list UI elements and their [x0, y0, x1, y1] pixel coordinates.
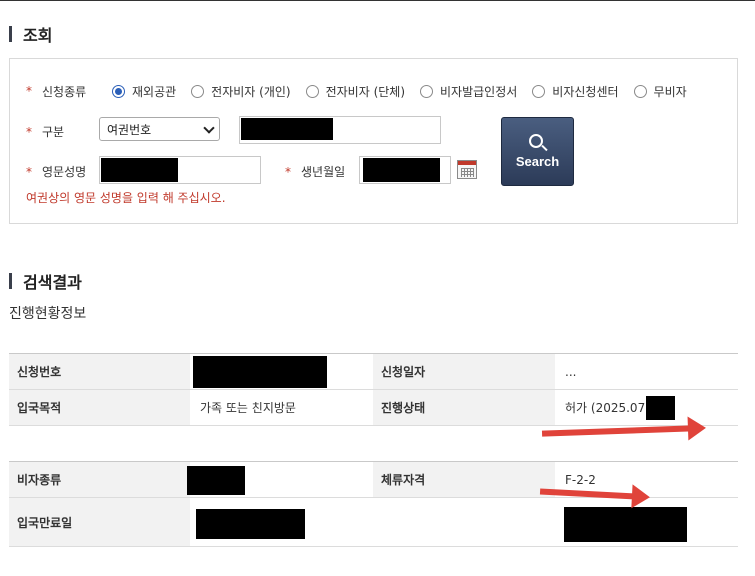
radio-option[interactable]: 무비자: [633, 83, 687, 100]
radio-option[interactable]: 비자발급인정서: [420, 83, 517, 100]
result-title-text: 검색결과: [23, 273, 82, 292]
category-label: 구분: [42, 125, 65, 139]
redaction-block: [101, 158, 178, 182]
radio-button[interactable]: [633, 85, 647, 98]
radio-option-label: 재외공관: [132, 85, 177, 99]
table-row: 입국만료일: [9, 498, 738, 547]
chevron-down-icon: [203, 122, 215, 134]
progress-table: 신청번호 신청일자 ... 입국목적 가족 또는 친지방문 진행상태 허가 (2…: [9, 353, 738, 426]
required-mark: *: [26, 125, 32, 139]
radio-option[interactable]: 전자비자 (단체): [305, 83, 406, 100]
required-mark: *: [26, 165, 32, 179]
inquiry-form: * 신청종류 재외공관 전자비자 (개인) 전자비자 (단체) 비자발급인정서 비자신청…: [9, 58, 738, 224]
red-arrow-annotation: [541, 425, 693, 437]
radio-button[interactable]: [420, 85, 434, 98]
table-header-cell: 체류자격: [373, 462, 555, 497]
redaction-block: [646, 396, 675, 420]
result-section-title: 검색결과: [9, 269, 82, 293]
title-bar: [9, 273, 12, 289]
inquiry-title-text: 조회: [23, 26, 53, 45]
table-empty-cell: [373, 498, 555, 546]
progress-status-text: 허가 (2025.07.: [565, 401, 650, 415]
table-row: 신청번호 신청일자 ...: [9, 354, 738, 390]
visa-type-cell: [187, 462, 373, 497]
redaction-block: [196, 509, 305, 539]
birth-date-label: 생년월일: [301, 165, 346, 179]
name-hint-text: 여권상의 영문 성명을 입력 해 주십시오.: [26, 191, 226, 205]
radio-option-label: 비자발급인정서: [440, 85, 518, 99]
table-header-cell: 신청번호: [9, 354, 190, 389]
category-select[interactable]: 여권번호: [99, 117, 220, 141]
progress-info-title: 진행현황정보: [9, 306, 87, 322]
radio-button[interactable]: [112, 85, 125, 98]
table-header-cell: 신청일자: [373, 354, 555, 389]
required-mark: *: [26, 84, 32, 98]
entry-expiry-cell: [190, 498, 373, 546]
english-name-input[interactable]: [99, 156, 261, 184]
radio-option-label: 무비자: [653, 85, 687, 99]
table-row: 입국목적 가족 또는 친지방문 진행상태 허가 (2025.07.: [9, 390, 738, 426]
table-header-cell: 입국만료일: [9, 498, 190, 546]
radio-option-label: 비자신청센터: [552, 85, 619, 99]
entry-purpose-cell: 가족 또는 친지방문: [200, 401, 296, 415]
radio-option-label: 전자비자 (단체): [325, 85, 406, 99]
progress-status-cell: 허가 (2025.07.: [555, 390, 738, 425]
radio-option[interactable]: 재외공관: [112, 83, 176, 100]
table-header-cell: 비자종류: [9, 462, 190, 497]
calendar-icon[interactable]: [457, 160, 477, 179]
radio-option-label: 전자비자 (개인): [211, 85, 291, 99]
redaction-block: [241, 118, 333, 140]
radio-option[interactable]: 비자신청센터: [532, 83, 619, 100]
title-bar: [9, 26, 12, 42]
category-select-value: 여권번호: [107, 122, 152, 137]
redaction-block: [187, 466, 245, 495]
application-date-cell: ...: [565, 364, 577, 379]
radio-button[interactable]: [191, 85, 205, 98]
radio-option[interactable]: 전자비자 (개인): [191, 83, 291, 100]
search-button[interactable]: Search: [501, 117, 574, 186]
search-button-label: Search: [515, 154, 560, 169]
english-name-label: 영문성명: [42, 165, 87, 179]
passport-number-input[interactable]: [239, 116, 441, 144]
redaction-block: [564, 507, 687, 542]
redaction-block: [193, 356, 327, 388]
table-header-cell: 입국목적: [9, 390, 190, 425]
apply-type-radio-group: 재외공관 전자비자 (개인) 전자비자 (단체) 비자발급인정서 비자신청센터 무비자: [112, 83, 702, 100]
inquiry-section-title: 조회: [9, 22, 52, 46]
visa-table: 비자종류 체류자격 F-2-2 입국만료일: [9, 461, 738, 547]
top-border: [0, 0, 755, 1]
birth-date-input[interactable]: [359, 156, 451, 184]
apply-type-label: 신청종류: [42, 85, 87, 99]
application-number-cell: [190, 354, 373, 389]
table-header-cell: 진행상태: [373, 390, 555, 425]
required-mark: *: [285, 165, 291, 179]
redaction-block: [363, 158, 440, 182]
search-icon: [529, 134, 543, 148]
radio-button[interactable]: [305, 85, 319, 98]
radio-button[interactable]: [532, 85, 546, 98]
